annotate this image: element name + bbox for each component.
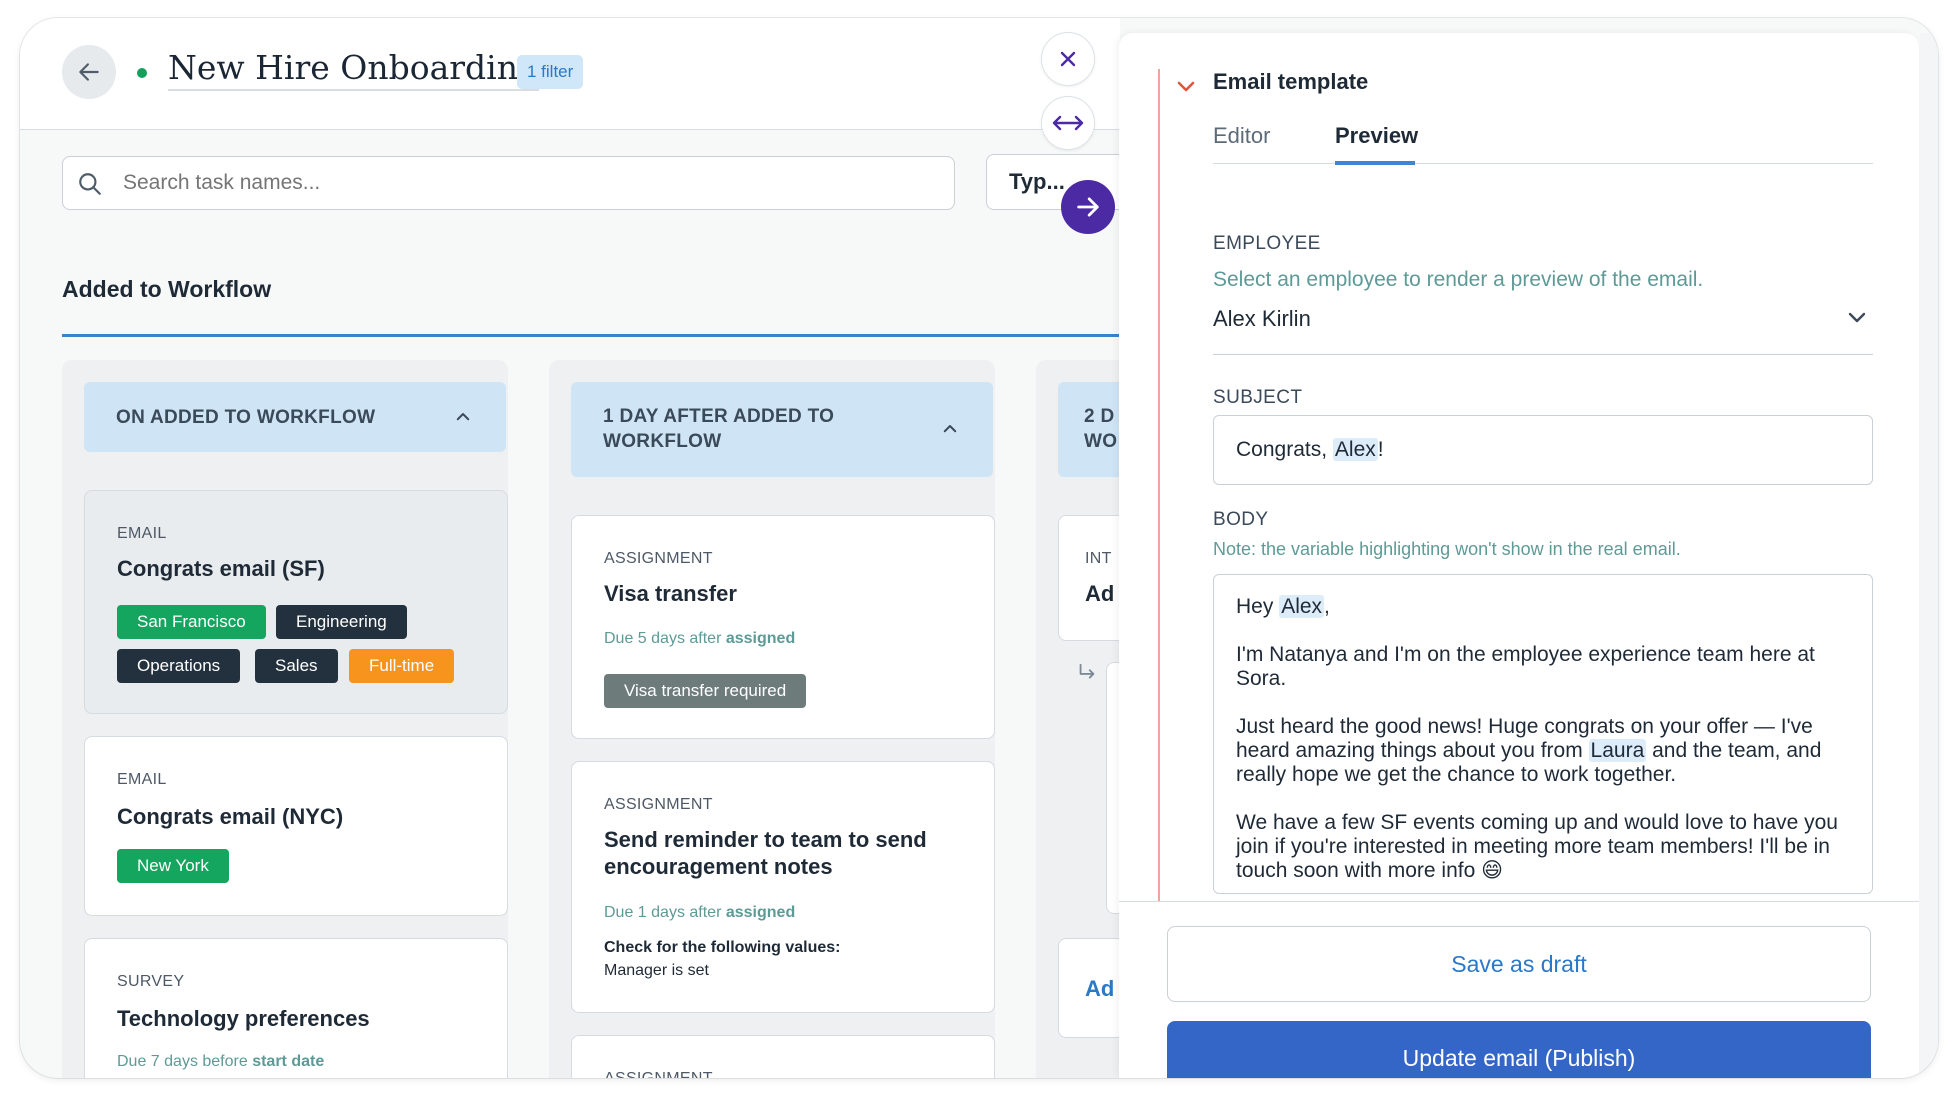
email-template-panel: Email template Editor Preview EMPLOYEE S… — [1119, 33, 1919, 1078]
save-draft-button[interactable]: Save as draft — [1167, 926, 1871, 1002]
footer-divider — [1119, 901, 1919, 902]
chevron-down-icon — [1848, 312, 1866, 323]
column-header-label: 2 D WO — [1084, 406, 1118, 452]
employee-help: Select an employee to render a preview o… — [1213, 268, 1704, 291]
arrow-left-icon — [79, 63, 99, 81]
window-edge — [1920, 33, 1938, 1078]
task-name: Visa transfer — [604, 581, 737, 606]
body-paragraph: I'm Natanya and I'm on the employee expe… — [1236, 643, 1815, 690]
task-type: ASSIGNMENT — [604, 1070, 713, 1078]
app-window: New Hire Onboarding 1 filter Typ... Adde… — [20, 18, 1938, 1078]
task-name: Congrats email (NYC) — [117, 804, 344, 829]
workflow-column: 1 DAY AFTER ADDED TO WORKFLOW ASSIGNMENT … — [549, 360, 995, 1078]
arrow-right-icon — [1077, 197, 1099, 217]
tag: Full-time — [349, 649, 455, 683]
tab-divider — [1213, 163, 1873, 164]
close-icon — [1060, 51, 1076, 67]
panel-title: Email template — [1213, 69, 1369, 94]
close-panel-button[interactable] — [1041, 32, 1095, 86]
column-header-label: 1 DAY AFTER ADDED TO WORKFLOW — [603, 406, 835, 452]
check-conditions: Check for the following values: Manager i… — [604, 939, 841, 979]
top-bar: New Hire Onboarding 1 filter — [20, 18, 1120, 130]
sub-task-arrow-icon — [1079, 663, 1095, 679]
tag: Operations — [117, 649, 241, 683]
tag: Visa transfer required — [604, 674, 807, 708]
panel-accent-line — [1158, 69, 1160, 901]
task-type: EMAIL — [117, 525, 167, 542]
workflow-column: ON ADDED TO WORKFLOW EMAIL Congrats emai… — [62, 360, 508, 1078]
status-dot — [137, 68, 147, 78]
body-greeting: Hey Alex, — [1236, 595, 1330, 618]
task-type: INT — [1085, 550, 1112, 567]
resize-panel-button[interactable] — [1041, 96, 1095, 150]
tab-preview[interactable]: Preview — [1335, 123, 1418, 149]
next-button[interactable] — [1061, 180, 1115, 234]
tab-active-indicator — [1335, 161, 1415, 165]
employee-label: EMPLOYEE — [1213, 233, 1321, 254]
task-card[interactable]: SURVEY Technology preferences Due 7 days… — [84, 938, 508, 1078]
publish-button[interactable]: Update email (Publish) — [1167, 1021, 1871, 1078]
task-card[interactable]: ASSIGNMENT Visa transfer Due 5 days afte… — [571, 515, 995, 739]
task-name: Congrats email (SF) — [117, 556, 325, 581]
subject-variable: Alex — [1332, 438, 1378, 461]
task-type: SURVEY — [117, 973, 185, 990]
tag: Sales — [255, 649, 338, 683]
section-title: Added to Workflow — [62, 276, 272, 302]
task-card[interactable]: ASSIGNMENT — [571, 1035, 995, 1078]
task-name: Technology preferences — [117, 1006, 370, 1031]
due-text: Due 1 days after assigned — [604, 904, 796, 921]
task-type: ASSIGNMENT — [604, 550, 713, 567]
body-variable: Alex — [1279, 595, 1325, 618]
section-divider — [62, 334, 1122, 337]
task-type: EMAIL — [117, 771, 167, 788]
search-input[interactable] — [123, 157, 923, 209]
back-button[interactable] — [62, 45, 116, 99]
tag: San Francisco — [117, 605, 266, 639]
task-name: Send reminder to team to send encourageme… — [604, 827, 927, 879]
tag: Engineering — [276, 605, 407, 639]
body-field[interactable]: Hey Alex, I'm Natanya and I'm on the emp… — [1213, 574, 1873, 894]
employee-selected: Alex Kirlin — [1213, 306, 1311, 331]
task-card[interactable]: ASSIGNMENT Send reminder to team to send… — [571, 761, 995, 1013]
arrows-horizontal-icon — [1052, 115, 1084, 131]
task-type: ASSIGNMENT — [604, 796, 713, 813]
tab-editor[interactable]: Editor — [1213, 123, 1270, 149]
tag: New York — [117, 849, 229, 883]
body-label: BODY — [1213, 509, 1269, 530]
column-header[interactable]: ON ADDED TO WORKFLOW — [84, 382, 506, 452]
chevron-up-icon[interactable] — [454, 408, 472, 426]
body-variable: Laura — [1588, 739, 1647, 762]
chevron-up-icon[interactable] — [941, 420, 959, 438]
body-note: Note: the variable highlighting won't sh… — [1213, 539, 1681, 559]
column-header-label: ON ADDED TO WORKFLOW — [116, 407, 376, 428]
due-text: Due 5 days after assigned — [604, 630, 796, 647]
body-paragraph: We have a few SF events coming up and wo… — [1236, 811, 1838, 882]
chevron-down-icon[interactable] — [1174, 74, 1198, 98]
due-text: Due 7 days before start date — [117, 1053, 325, 1070]
search-icon — [79, 173, 101, 195]
subject-label: SUBJECT — [1213, 387, 1303, 408]
filter-badge[interactable]: 1 filter — [517, 55, 584, 89]
column-header[interactable]: 1 DAY AFTER ADDED TO WORKFLOW — [571, 382, 993, 477]
task-card[interactable]: EMAIL Congrats email (SF) San Francisco … — [84, 490, 508, 714]
subject-field[interactable]: Congrats, Alex! — [1213, 415, 1873, 485]
search-box — [62, 156, 955, 210]
page-title[interactable]: New Hire Onboarding — [168, 48, 540, 91]
employee-select[interactable]: Alex Kirlin — [1213, 297, 1873, 355]
task-card[interactable]: EMAIL Congrats email (NYC) New York — [84, 736, 508, 916]
body-paragraph: Just heard the good news! Huge congrats … — [1236, 715, 1822, 786]
